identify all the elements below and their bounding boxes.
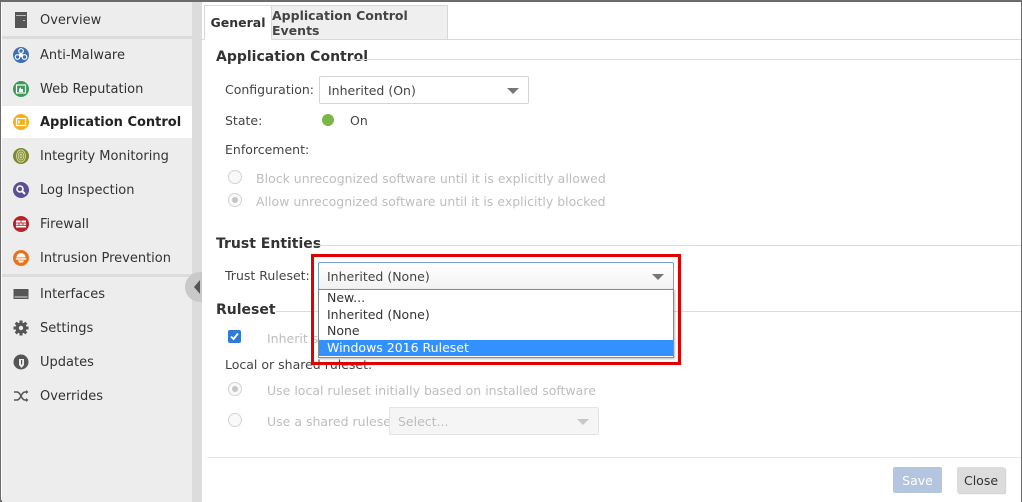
enforcement-block-radio[interactable]: [228, 170, 242, 184]
tab-application-control-events[interactable]: Application Control Events: [272, 5, 448, 40]
sidebar-item-overview[interactable]: Overview: [2, 4, 192, 36]
sidebar-item-label: Log Inspection: [40, 182, 135, 198]
sidebar-item-web-reputation[interactable]: Web Reputation: [2, 73, 192, 105]
sidebar-item-updates[interactable]: Updates: [2, 346, 192, 378]
sidebar-item-settings[interactable]: Settings: [2, 312, 192, 344]
save-button[interactable]: Save: [893, 467, 942, 493]
magnifier-icon: [12, 181, 30, 199]
section-title-trust-entities: Trust Entities: [216, 236, 322, 252]
sidebar-divider: [2, 274, 192, 277]
server-icon: [12, 11, 30, 29]
trust-ruleset-select-value: Inherited (None): [327, 268, 430, 284]
sidebar-item-integrity-monitoring[interactable]: Integrity Monitoring: [2, 140, 192, 172]
inherit-settings-checkbox[interactable]: [228, 330, 241, 343]
intrusion-prevention-icon: [12, 249, 30, 267]
sidebar-item-label: Settings: [40, 320, 94, 336]
state-label: State:: [225, 113, 263, 128]
sidebar-item-label: Updates: [40, 354, 94, 370]
sidebar-item-label: Application Control: [40, 114, 182, 130]
shared-ruleset-select-placeholder: Select...: [398, 413, 449, 429]
sidebar-item-label: Web Reputation: [40, 81, 144, 97]
local-or-shared-label: Local or shared ruleset:: [225, 357, 373, 372]
application-control-icon: [12, 113, 30, 131]
sidebar-item-label: Integrity Monitoring: [40, 148, 169, 164]
section-divider: [352, 59, 1021, 60]
shield-update-icon: [12, 353, 30, 371]
shared-ruleset-radio[interactable]: [228, 413, 242, 427]
web-reputation-icon: [12, 80, 30, 98]
footer-divider: [207, 457, 1021, 458]
chevron-down-icon: [652, 274, 664, 280]
trust-ruleset-label: Trust Ruleset:: [225, 268, 310, 283]
gear-icon: [12, 319, 30, 337]
sidebar-item-overrides[interactable]: Overrides: [2, 380, 192, 412]
local-ruleset-radio[interactable]: [228, 382, 242, 396]
state-value: On: [350, 113, 368, 128]
close-button[interactable]: Close: [957, 467, 1005, 493]
trust-ruleset-select[interactable]: Inherited (None): [318, 262, 674, 290]
sidebar-item-firewall[interactable]: Firewall: [2, 208, 192, 240]
sidebar-item-label: Intrusion Prevention: [40, 250, 171, 266]
section-title-application-control: Application Control: [216, 49, 369, 65]
dropdown-option-none[interactable]: None: [319, 323, 673, 340]
sidebar-item-interfaces[interactable]: Interfaces: [2, 278, 192, 310]
chevron-down-icon: [507, 88, 519, 94]
sidebar-item-label: Anti-Malware: [40, 47, 125, 63]
local-ruleset-label: Use local ruleset initially based on ins…: [267, 383, 596, 398]
firewall-icon: [12, 215, 30, 233]
enforcement-label: Enforcement:: [225, 142, 310, 157]
section-title-ruleset: Ruleset: [216, 302, 276, 318]
enforcement-block-label: Block unrecognized software until it is …: [256, 171, 606, 186]
biohazard-icon: [12, 46, 30, 64]
chevron-down-icon: [577, 419, 589, 425]
shared-ruleset-select[interactable]: Select...: [389, 407, 599, 435]
sidebar-item-log-inspection[interactable]: Log Inspection: [2, 174, 192, 206]
sidebar-item-anti-malware[interactable]: Anti-Malware: [2, 39, 192, 71]
dropdown-option-new[interactable]: New...: [319, 290, 673, 307]
sidebar-item-label: Firewall: [40, 216, 90, 232]
window-frame: Overview Anti-Malware Web Reputation App…: [0, 0, 1022, 502]
configuration-select-value: Inherited (On): [328, 82, 416, 98]
sidebar: Overview Anti-Malware Web Reputation App…: [2, 2, 192, 502]
enforcement-allow-label: Allow unrecognized software until it is …: [256, 194, 606, 209]
sidebar-item-application-control[interactable]: Application Control: [2, 106, 192, 138]
chevron-left-icon: [194, 280, 200, 294]
section-divider: [314, 245, 1021, 246]
status-indicator-icon: [322, 114, 334, 126]
configuration-label: Configuration:: [225, 82, 314, 97]
sidebar-splitter[interactable]: [192, 2, 202, 502]
main-content: General Application Control Events Appli…: [202, 2, 1021, 502]
sidebar-item-label: Overrides: [40, 388, 104, 404]
fingerprint-icon: [12, 147, 30, 165]
configuration-select[interactable]: Inherited (On): [319, 76, 529, 104]
shared-ruleset-label: Use a shared ruleset:: [267, 414, 401, 429]
sidebar-item-intrusion-prevention[interactable]: Intrusion Prevention: [2, 242, 192, 274]
enforcement-allow-radio[interactable]: [228, 193, 242, 207]
network-interface-icon: [12, 285, 30, 303]
trust-ruleset-dropdown: New... Inherited (None) None Windows 201…: [318, 289, 674, 358]
shuffle-icon: [12, 387, 30, 405]
dropdown-option-inherited-none[interactable]: Inherited (None): [319, 307, 673, 324]
sidebar-item-label: Interfaces: [40, 286, 105, 302]
dropdown-option-windows-2016-ruleset[interactable]: Windows 2016 Ruleset: [319, 339, 673, 356]
checkmark-icon: [230, 332, 239, 341]
tab-bar: General Application Control Events: [202, 2, 1021, 40]
tab-general[interactable]: General: [204, 5, 272, 40]
sidebar-item-label: Overview: [40, 12, 102, 28]
